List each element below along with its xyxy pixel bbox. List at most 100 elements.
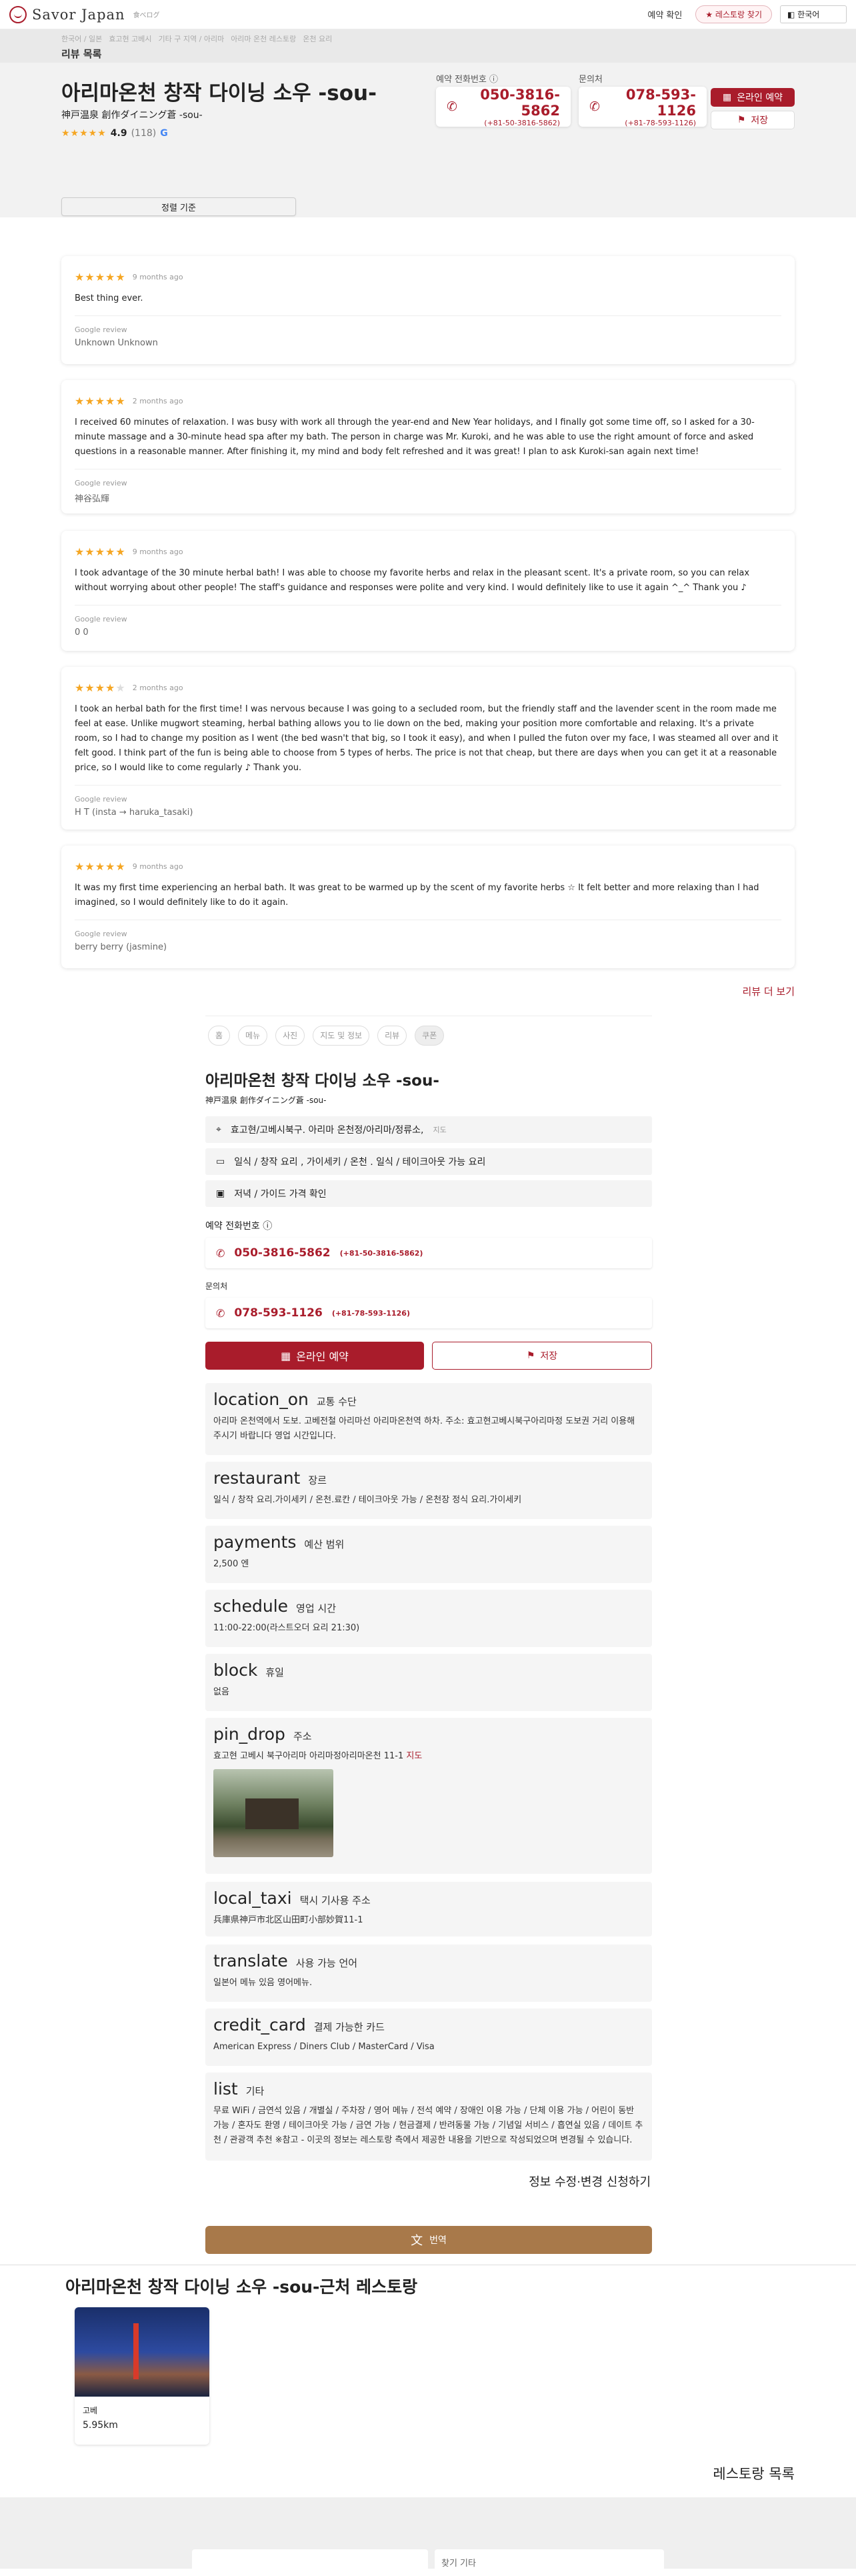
rating-stars: ★★★★★: [61, 128, 107, 139]
phone-intl: (+81-50-3816-5862): [484, 118, 560, 127]
breadcrumb-current: 리뷰 목록: [61, 48, 102, 60]
site-header: Savor Japan 食べログ 예약 확인 ★ 레스토랑 찾기 ◧ 한국어: [0, 0, 856, 29]
bookmark-button[interactable]: ⚑ 저장: [432, 1342, 652, 1370]
section-title: 택시 기사용 주소: [299, 1894, 371, 1906]
nearby-distance: 5.95km: [83, 2420, 118, 2431]
section-title: 영업 시간: [296, 1602, 337, 1614]
restaurant-hero: 아리마온천 창작 다이닝 소우 -sou- 神戸温泉 創作ダイニング蒼 -sou…: [0, 63, 856, 217]
tab-reviews[interactable]: 리뷰: [377, 1025, 407, 1046]
genre-row: ▭ 일식 / 창작 요리 , 가이세키 / 온천 . 일식 / 테이크아웃 가능…: [205, 1148, 652, 1175]
language-value: 한국어: [797, 10, 820, 19]
help-icon: ⓘ: [263, 1221, 273, 1232]
footer-search-box[interactable]: [192, 2549, 428, 2576]
section-title: 장르: [308, 1474, 327, 1486]
review-stars: ★★★★★: [75, 860, 126, 873]
language-select[interactable]: ◧ 한국어: [780, 5, 847, 23]
section-body: 兵庫県神戸市北区山田町小部妙賀11-1: [213, 1915, 363, 1925]
location-pin-icon: ⌖: [216, 1124, 221, 1135]
review-text: Best thing ever.: [75, 293, 143, 303]
translate-button[interactable]: 文 번역: [205, 2226, 652, 2254]
tab-photos[interactable]: 사진: [275, 1025, 305, 1046]
restaurant-tabs: 홈 메뉴 사진 지도 및 정보 리뷰 쿠폰: [205, 1016, 652, 1054]
bookmark-button[interactable]: ⚑ 저장: [711, 111, 795, 129]
phone-label: 예약 전화번호 ⓘ: [205, 1221, 273, 1232]
tab-map-info[interactable]: 지도 및 정보: [313, 1025, 370, 1046]
review-author: 神谷弘輝: [75, 494, 110, 505]
review-source: Google review: [75, 469, 781, 487]
section-body: 일식 / 창작 요리.가이세키 / 온천.료칸 / 테이크아웃 가능 / 온천장…: [213, 1495, 522, 1505]
address-text: 효고현/고베시북구. 아리마 온천정/아리마/정류소,: [230, 1125, 424, 1136]
phone-number: 050-3816-5862: [480, 86, 560, 119]
online-reserve-button[interactable]: ▦ 온라인 예약: [205, 1342, 424, 1370]
inquiry-phone-card[interactable]: ✆ 078-593-1126 (+81-78-593-1126): [579, 87, 707, 127]
breadcrumb-item[interactable]: 온천 요리: [303, 33, 332, 44]
nearby-restaurant-card[interactable]: 고베 5.95km: [75, 2307, 209, 2445]
review-source: Google review: [75, 315, 781, 334]
section-title: 주소: [293, 1730, 312, 1742]
restaurant-name: 아리마온천 창작 다이닝 소우 -sou-: [61, 81, 377, 105]
tab-coupons[interactable]: 쿠폰: [415, 1025, 445, 1046]
review-author: berry berry (jasmine): [75, 942, 167, 953]
bookmark-icon: ⚑: [737, 115, 746, 125]
footer-label: 찾기 기타: [441, 2559, 476, 2569]
review-author: H T (insta → haruka_tasaki): [75, 808, 193, 818]
phone-label: 예약 전화번호 ⓘ: [436, 75, 499, 85]
find-restaurant-button[interactable]: ★ 레스토랑 찾기: [695, 5, 772, 23]
reservation-phone-row[interactable]: ✆ 050-3816-5862 (+81-50-3816-5862): [205, 1238, 652, 1268]
review-text: I took advantage of the 30 minute herbal…: [75, 568, 750, 593]
review-text: I took an herbal bath for the first time…: [75, 704, 779, 774]
breadcrumb-item[interactable]: 효고현 고베시: [109, 33, 151, 44]
budget-text: 저녁 / 가이드 가격 확인: [234, 1189, 327, 1200]
review-stars: ★★★★★: [75, 682, 126, 694]
review-stars: ★★★★★: [75, 271, 126, 283]
breadcrumb-item[interactable]: 한국어 / 일본: [61, 33, 102, 44]
section-key: credit_card: [213, 2015, 306, 2035]
brand-sub: 食べログ: [133, 12, 160, 19]
tab-home[interactable]: 홈: [208, 1025, 231, 1046]
phone-intl: (+81-50-3816-5862): [339, 1248, 423, 1258]
section-key: restaurant: [213, 1468, 301, 1488]
reservation-check-link[interactable]: 예약 확인: [642, 5, 687, 23]
rating-summary: ★★★★★ 4.9 (118) G: [61, 128, 168, 139]
breadcrumb-item[interactable]: 아리마 온천 레스토랑: [231, 33, 296, 44]
restaurant-subname: 神戸温泉 創作ダイニング蒼 -sou-: [205, 1096, 327, 1105]
section-title: 기타: [245, 2085, 265, 2097]
map-link[interactable]: 지도: [433, 1124, 446, 1135]
section-key: location_on: [213, 1390, 309, 1409]
section-body: American Express / Diners Club / MasterC…: [213, 2042, 435, 2052]
restaurant-subname: 神戸温泉 創作ダイニング蒼 -sou-: [61, 110, 203, 121]
reservation-phone-card[interactable]: ✆ 050-3816-5862 (+81-50-3816-5862): [436, 87, 571, 127]
more-reviews-link[interactable]: 리뷰 더 보기: [742, 984, 795, 998]
calendar-icon: ▦: [722, 92, 732, 103]
brand-logo[interactable]: Savor Japan 食べログ: [9, 5, 160, 23]
info-card-languages: translate 사용 가능 언어 일본어 메뉴 있음 영어메뉴.: [205, 1945, 652, 2002]
review-card: ★★★★★ 2 months ago I took an herbal bath …: [61, 667, 795, 830]
storefront-photo[interactable]: [213, 1769, 333, 1858]
phone-icon: ✆: [447, 99, 457, 114]
budget-row: ▣ 저녁 / 가이드 가격 확인: [205, 1180, 652, 1207]
review-text: I received 60 minutes of relaxation. I w…: [75, 417, 755, 457]
phone-icon: ✆: [589, 99, 600, 114]
online-reserve-button[interactable]: ▦ 온라인 예약: [711, 88, 795, 107]
map-link[interactable]: 지도: [406, 1751, 422, 1761]
inquiry-phone-row[interactable]: ✆ 078-593-1126 (+81-78-593-1126): [205, 1298, 652, 1328]
review-text: It was my first time experiencing an her…: [75, 883, 759, 908]
report-edit-link[interactable]: 정보 수정·변경 신청하기: [529, 2173, 651, 2190]
book-icon: ▭: [216, 1156, 225, 1167]
section-title: 예산 범위: [304, 1538, 345, 1550]
restaurant-list-link[interactable]: 레스토랑 목록: [713, 2463, 795, 2483]
section-key: list: [213, 2079, 238, 2099]
sort-select[interactable]: 정렬 기준: [61, 197, 296, 216]
section-key: schedule: [213, 1596, 289, 1616]
phone-intl: (+81-78-593-1126): [625, 118, 696, 127]
phone-icon: ✆: [216, 1306, 225, 1320]
tab-menu[interactable]: 메뉴: [238, 1025, 268, 1046]
section-body: 무료 WiFi / 금연석 있음 / 개별실 / 주차장 / 영어 메뉴 / 전…: [213, 2106, 643, 2146]
review-card: ★★★★★ 9 months ago It was my first time e…: [61, 846, 795, 968]
section-key: local_taxi: [213, 1888, 292, 1908]
calendar-icon: ▦: [281, 1349, 291, 1362]
breadcrumb-item[interactable]: 기타 구 지역 / 아리마: [159, 33, 225, 44]
review-card: ★★★★★ 2 months ago I received 60 minutes …: [61, 380, 795, 513]
rating-count[interactable]: (118): [131, 128, 157, 139]
footer: 찾기 기타: [0, 2497, 856, 2576]
